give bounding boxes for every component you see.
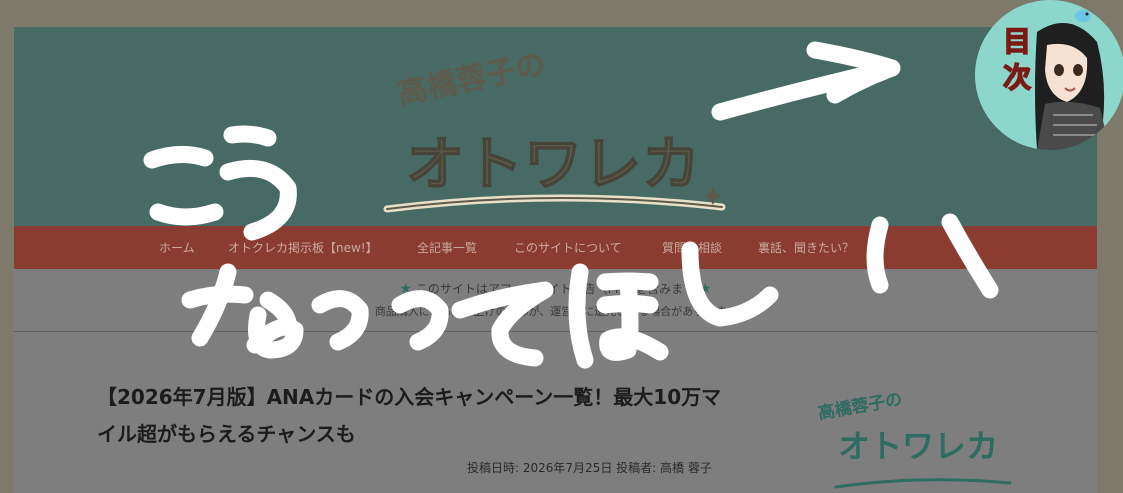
toc-button[interactable]: 目次 [975, 0, 1123, 150]
article-meta: 投稿日時: 2026年7月25日 投稿者: 高橋 蓉子 [467, 459, 712, 476]
sidebar-logo-subtitle: 高橋蓉子の [816, 389, 904, 424]
pr-notice-line1: ★ このサイトはアフィリエイト広告（PR）を含みます ★ [14, 280, 1097, 297]
toc-label: 目次 [1002, 24, 1032, 95]
pr-notice-line2: 商品購入による売り上げの一部が、運営者に還元される場合があります。 [374, 305, 737, 318]
nav-item-about[interactable]: このサイトについて [514, 239, 622, 256]
star-icon: ★ [699, 281, 712, 297]
author-name[interactable]: 高橋 蓉子 [660, 461, 712, 475]
nav-item-board[interactable]: オトクレカ掲示板【new!】 [228, 239, 378, 256]
post-date: 2026年7月25日 [522, 461, 613, 475]
author-label: 投稿者: [616, 461, 657, 475]
star-icon: ★ [399, 281, 412, 297]
sidebar-logo-underline [834, 478, 1012, 489]
pr-notice-text: このサイトはアフィリエイト広告（PR）を含みます [415, 282, 696, 296]
sidebar-logo-title: オトワレカ [838, 427, 999, 465]
toc-character-icon [975, 0, 1123, 150]
logo-underline [383, 187, 726, 213]
nav-item-home[interactable]: ホーム [159, 239, 195, 256]
logo-subtitle: 高橋蓉子の [394, 46, 549, 113]
post-date-label: 投稿日時: [467, 461, 520, 475]
article-title[interactable]: 【2026年7月版】ANAカードの入会キャンペーン一覧！最大10万マイル超がもら… [97, 379, 727, 453]
pr-notice: ★ このサイトはアフィリエイト広告（PR）を含みます ★ 商品購入による売り上げ… [14, 269, 1097, 332]
nav-item-questions[interactable]: 質問・相談 [662, 239, 722, 256]
main-nav: ホーム オトクレカ掲示板【new!】 全記事一覧 このサイトについて 質問・相談… [14, 226, 1097, 269]
site-header: 高橋蓉子の オトワレカ [14, 27, 1097, 226]
nav-item-all-articles[interactable]: 全記事一覧 [417, 239, 477, 256]
page: 高橋蓉子の オトワレカ ホーム オトクレカ掲示板【new!】 全記事一覧 このサ… [14, 27, 1097, 493]
nav-item-backstory[interactable]: 裏話、聞きたい？ [758, 239, 854, 256]
